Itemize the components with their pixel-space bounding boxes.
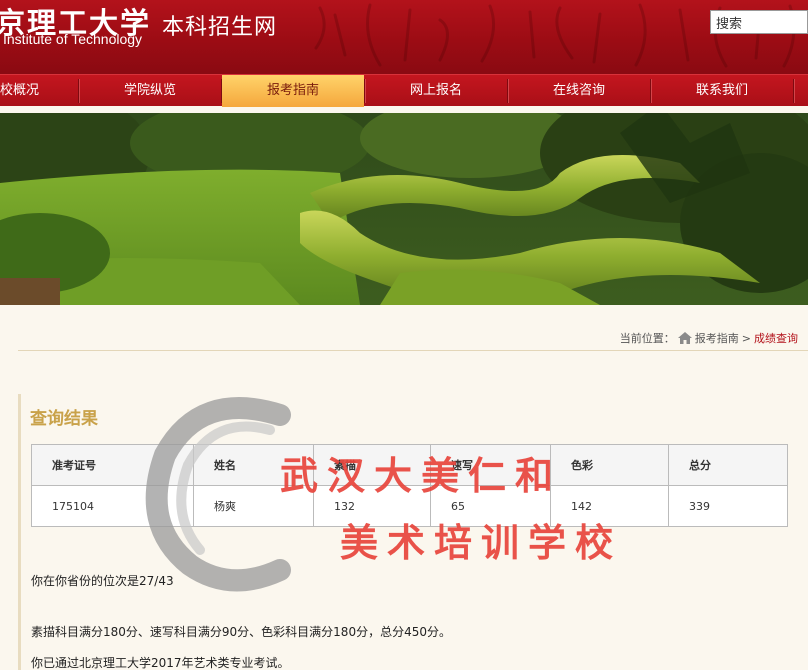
breadcrumb-prefix: 当前位置： [619,332,675,345]
home-icon[interactable] [677,332,692,344]
nav-item-online-registration[interactable]: 网上报名 [365,75,507,107]
search-input[interactable] [710,10,808,34]
main-nav: 校概况 学院纵览 报考指南 网上报名 在线咨询 联系我们 [0,74,808,107]
site-header: 京理工大学 Institute of Technology 本科招生网 [0,0,808,74]
column-header: 素描 [313,444,431,486]
table-cell: 65 [430,485,551,527]
table-cell: 132 [313,485,431,527]
passed-text: 你已通过北京理工大学2017年艺术类专业考试。 [31,656,290,670]
column-header: 速写 [430,444,551,486]
column-header: 总分 [668,444,788,486]
column-header: 姓名 [193,444,314,486]
results-title: 查询结果 [30,409,98,429]
table-cell: 杨爽 [193,485,314,527]
table-header-row: 准考证号 姓名 素描 速写 色彩 总分 [31,444,788,486]
campus-banner-image [0,113,808,305]
rank-text: 你在你省份的位次是27/43 [31,574,174,588]
content-left-border [18,394,21,670]
nav-item-admission-guide[interactable]: 报考指南 [222,75,364,107]
nav-separator [793,79,794,103]
site-title: 本科招生网 [162,15,278,40]
content-divider [18,350,808,351]
table-row: 175104 杨爽 132 65 142 339 [31,485,788,527]
table-cell: 339 [668,485,788,527]
nav-item-colleges[interactable]: 学院纵览 [79,75,221,107]
column-header: 准考证号 [31,444,194,486]
column-header: 色彩 [550,444,669,486]
university-logo-en[interactable]: Institute of Technology [3,31,142,47]
breadcrumb-parent[interactable]: 报考指南 [695,330,739,346]
nav-item-overview[interactable]: 校概况 [0,75,78,107]
breadcrumb-current: 成绩查询 [754,332,798,345]
breadcrumb-separator: > [741,331,751,345]
results-table: 准考证号 姓名 素描 速写 色彩 总分 175104 杨爽 132 65 142… [31,444,788,527]
nav-item-contact[interactable]: 联系我们 [651,75,793,107]
table-cell: 142 [550,485,669,527]
breadcrumb: 当前位置： 报考指南 > 成绩查询 [620,330,798,346]
table-cell: 175104 [31,485,194,527]
full-marks-text: 素描科目满分180分、速写科目满分90分、色彩科目满分180分，总分450分。 [31,625,451,639]
nav-item-online-consult[interactable]: 在线咨询 [508,75,650,107]
